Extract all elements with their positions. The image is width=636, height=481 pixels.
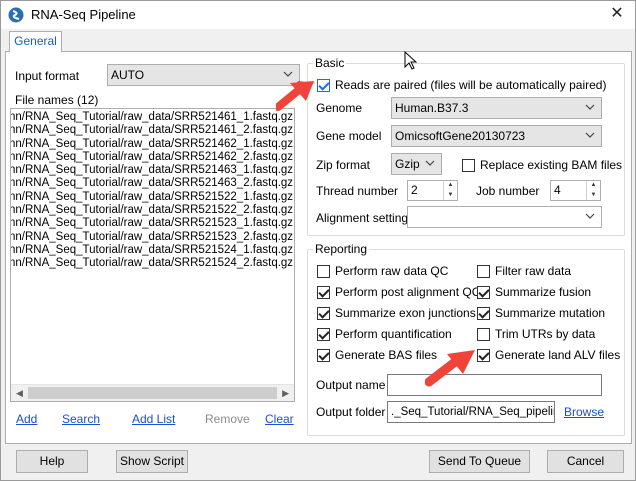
clear-link[interactable]: Clear [265,412,294,426]
alignment-settings-label: Alignment settings [316,211,415,225]
summarize-fusion-label: Summarize fusion [495,285,592,299]
decrement-icon[interactable]: ▼ [444,191,457,201]
cancel-button[interactable]: Cancel [547,450,624,473]
window-title: RNA-Seq Pipeline [31,7,136,22]
browse-link[interactable]: Browse [564,405,604,419]
zip-format-select[interactable]: Gzip [391,153,442,175]
list-item[interactable]: nn/RNA_Seq_Tutorial/raw_data/SRR521522_1… [11,191,294,204]
mouse-cursor-icon [404,51,418,70]
chevron-down-icon [585,126,597,146]
raw-data-qc-checkbox[interactable] [317,265,330,278]
perform-quantification-label: Perform quantification [335,327,452,341]
dialog-window: RNA-Seq Pipeline ✕ General Input format … [0,0,636,481]
reporting-group-title: Reporting [313,242,370,256]
list-item[interactable]: nn/RNA_Seq_Tutorial/raw_data/SRR521463_2… [11,177,294,190]
replace-bam-label: Replace existing BAM files [480,158,623,172]
search-link[interactable]: Search [62,412,100,426]
decrement-icon[interactable]: ▼ [587,191,600,201]
list-item[interactable]: nn/RNA_Seq_Tutorial/raw_data/SRR521524_2… [11,257,294,270]
input-format-select[interactable]: AUTO [107,64,300,86]
list-item[interactable]: nn/RNA_Seq_Tutorial/raw_data/SRR521462_1… [11,138,294,151]
output-folder-field[interactable]: ._Seq_Tutorial/RNA_Seq_pipeline [387,401,555,423]
gene-model-value: OmicsoftGene20130723 [395,129,526,143]
generate-bas-label: Generate BAS files [335,348,438,362]
list-item[interactable]: nn/RNA_Seq_Tutorial/raw_data/SRR521461_1… [11,111,294,124]
list-item[interactable]: nn/RNA_Seq_Tutorial/raw_data/SRR521523_1… [11,217,294,230]
title-bar: RNA-Seq Pipeline ✕ [1,1,635,29]
remove-link[interactable]: Remove [205,412,250,426]
tab-general[interactable]: General [9,31,62,52]
filter-raw-data-checkbox[interactable] [477,265,490,278]
output-name-field[interactable] [387,374,602,396]
annotation-arrow-icon [276,81,316,111]
summarize-exon-junctions-label: Summarize exon junctions [335,306,476,320]
annotation-arrow-icon [425,350,475,387]
chevron-down-icon [425,154,437,174]
summarize-mutation-label: Summarize mutation [495,306,606,320]
alignment-settings-select[interactable] [407,206,602,228]
increment-icon[interactable]: ▲ [587,181,600,191]
zip-format-value: Gzip [395,157,420,171]
scroll-left-icon[interactable]: ◀ [16,388,23,399]
trim-utrs-checkbox[interactable] [477,328,490,341]
filter-raw-data-label: Filter raw data [495,264,572,278]
genome-label: Genome [316,101,363,115]
thread-number-label: Thread number [316,184,399,198]
help-button[interactable]: Help [16,450,88,473]
list-item[interactable]: nn/RNA_Seq_Tutorial/raw_data/SRR521461_2… [11,124,294,137]
replace-bam-checkbox[interactable] [462,159,475,172]
reads-paired-label: Reads are paired (files will be automati… [335,78,607,92]
show-script-button[interactable]: Show Script [116,450,188,473]
file-names-label: File names (12) [15,93,99,107]
genome-value: Human.B37.3 [395,101,469,115]
post-alignment-qc-label: Perform post alignment QC [335,285,481,299]
post-alignment-qc-checkbox[interactable] [317,286,330,299]
output-folder-label: Output folder [316,405,386,419]
list-item[interactable]: nn/RNA_Seq_Tutorial/raw_data/SRR521522_2… [11,204,294,217]
zip-format-label: Zip format [316,158,371,172]
perform-quantification-checkbox[interactable] [317,328,330,341]
gene-model-select[interactable]: OmicsoftGene20130723 [391,125,602,147]
gene-model-label: Gene model [316,129,382,143]
raw-data-qc-label: Perform raw data QC [335,264,449,278]
job-number-value: 4 [554,183,561,197]
list-item[interactable]: nn/RNA_Seq_Tutorial/raw_data/SRR521463_1… [11,164,294,177]
add-list-link[interactable]: Add List [132,412,175,426]
reads-paired-checkbox[interactable] [317,79,330,92]
input-format-label: Input format [15,69,80,83]
summarize-mutation-checkbox[interactable] [477,307,490,320]
job-number-stepper[interactable]: 4 ▲ ▼ [550,180,601,201]
increment-icon[interactable]: ▲ [444,181,457,191]
generate-alv-checkbox[interactable] [477,349,490,362]
send-to-queue-button[interactable]: Send To Queue [429,450,530,473]
chevron-down-icon [585,98,597,118]
trim-utrs-label: Trim UTRs by data [495,327,596,341]
generate-alv-label: Generate land ALV files [495,348,621,362]
horizontal-scrollbar[interactable]: ◀ ▶ [11,384,294,401]
scroll-right-icon[interactable]: ▶ [282,388,289,399]
output-name-label: Output name [316,378,386,392]
add-link[interactable]: Add [16,412,37,426]
job-number-label: Job number [476,184,540,198]
summarize-exon-junctions-checkbox[interactable] [317,307,330,320]
generate-bas-checkbox[interactable] [317,349,330,362]
scrollbar-thumb[interactable] [28,387,277,399]
basic-group-title: Basic [313,56,347,70]
list-item[interactable]: nn/RNA_Seq_Tutorial/raw_data/SRR521523_2… [11,231,294,244]
thread-number-stepper[interactable]: 2 ▲ ▼ [407,180,458,201]
list-item[interactable]: nn/RNA_Seq_Tutorial/raw_data/SRR521462_2… [11,151,294,164]
file-list[interactable]: nn/RNA_Seq_Tutorial/raw_data/SRR521461_1… [10,108,295,402]
list-item[interactable]: nn/RNA_Seq_Tutorial/raw_data/SRR521524_1… [11,244,294,257]
summarize-fusion-checkbox[interactable] [477,286,490,299]
input-format-value: AUTO [111,68,145,82]
chevron-down-icon [585,207,597,227]
thread-number-value: 2 [411,183,418,197]
genome-select[interactable]: Human.B37.3 [391,97,602,119]
close-icon[interactable]: ✕ [603,3,631,25]
app-logo-icon [8,7,24,23]
